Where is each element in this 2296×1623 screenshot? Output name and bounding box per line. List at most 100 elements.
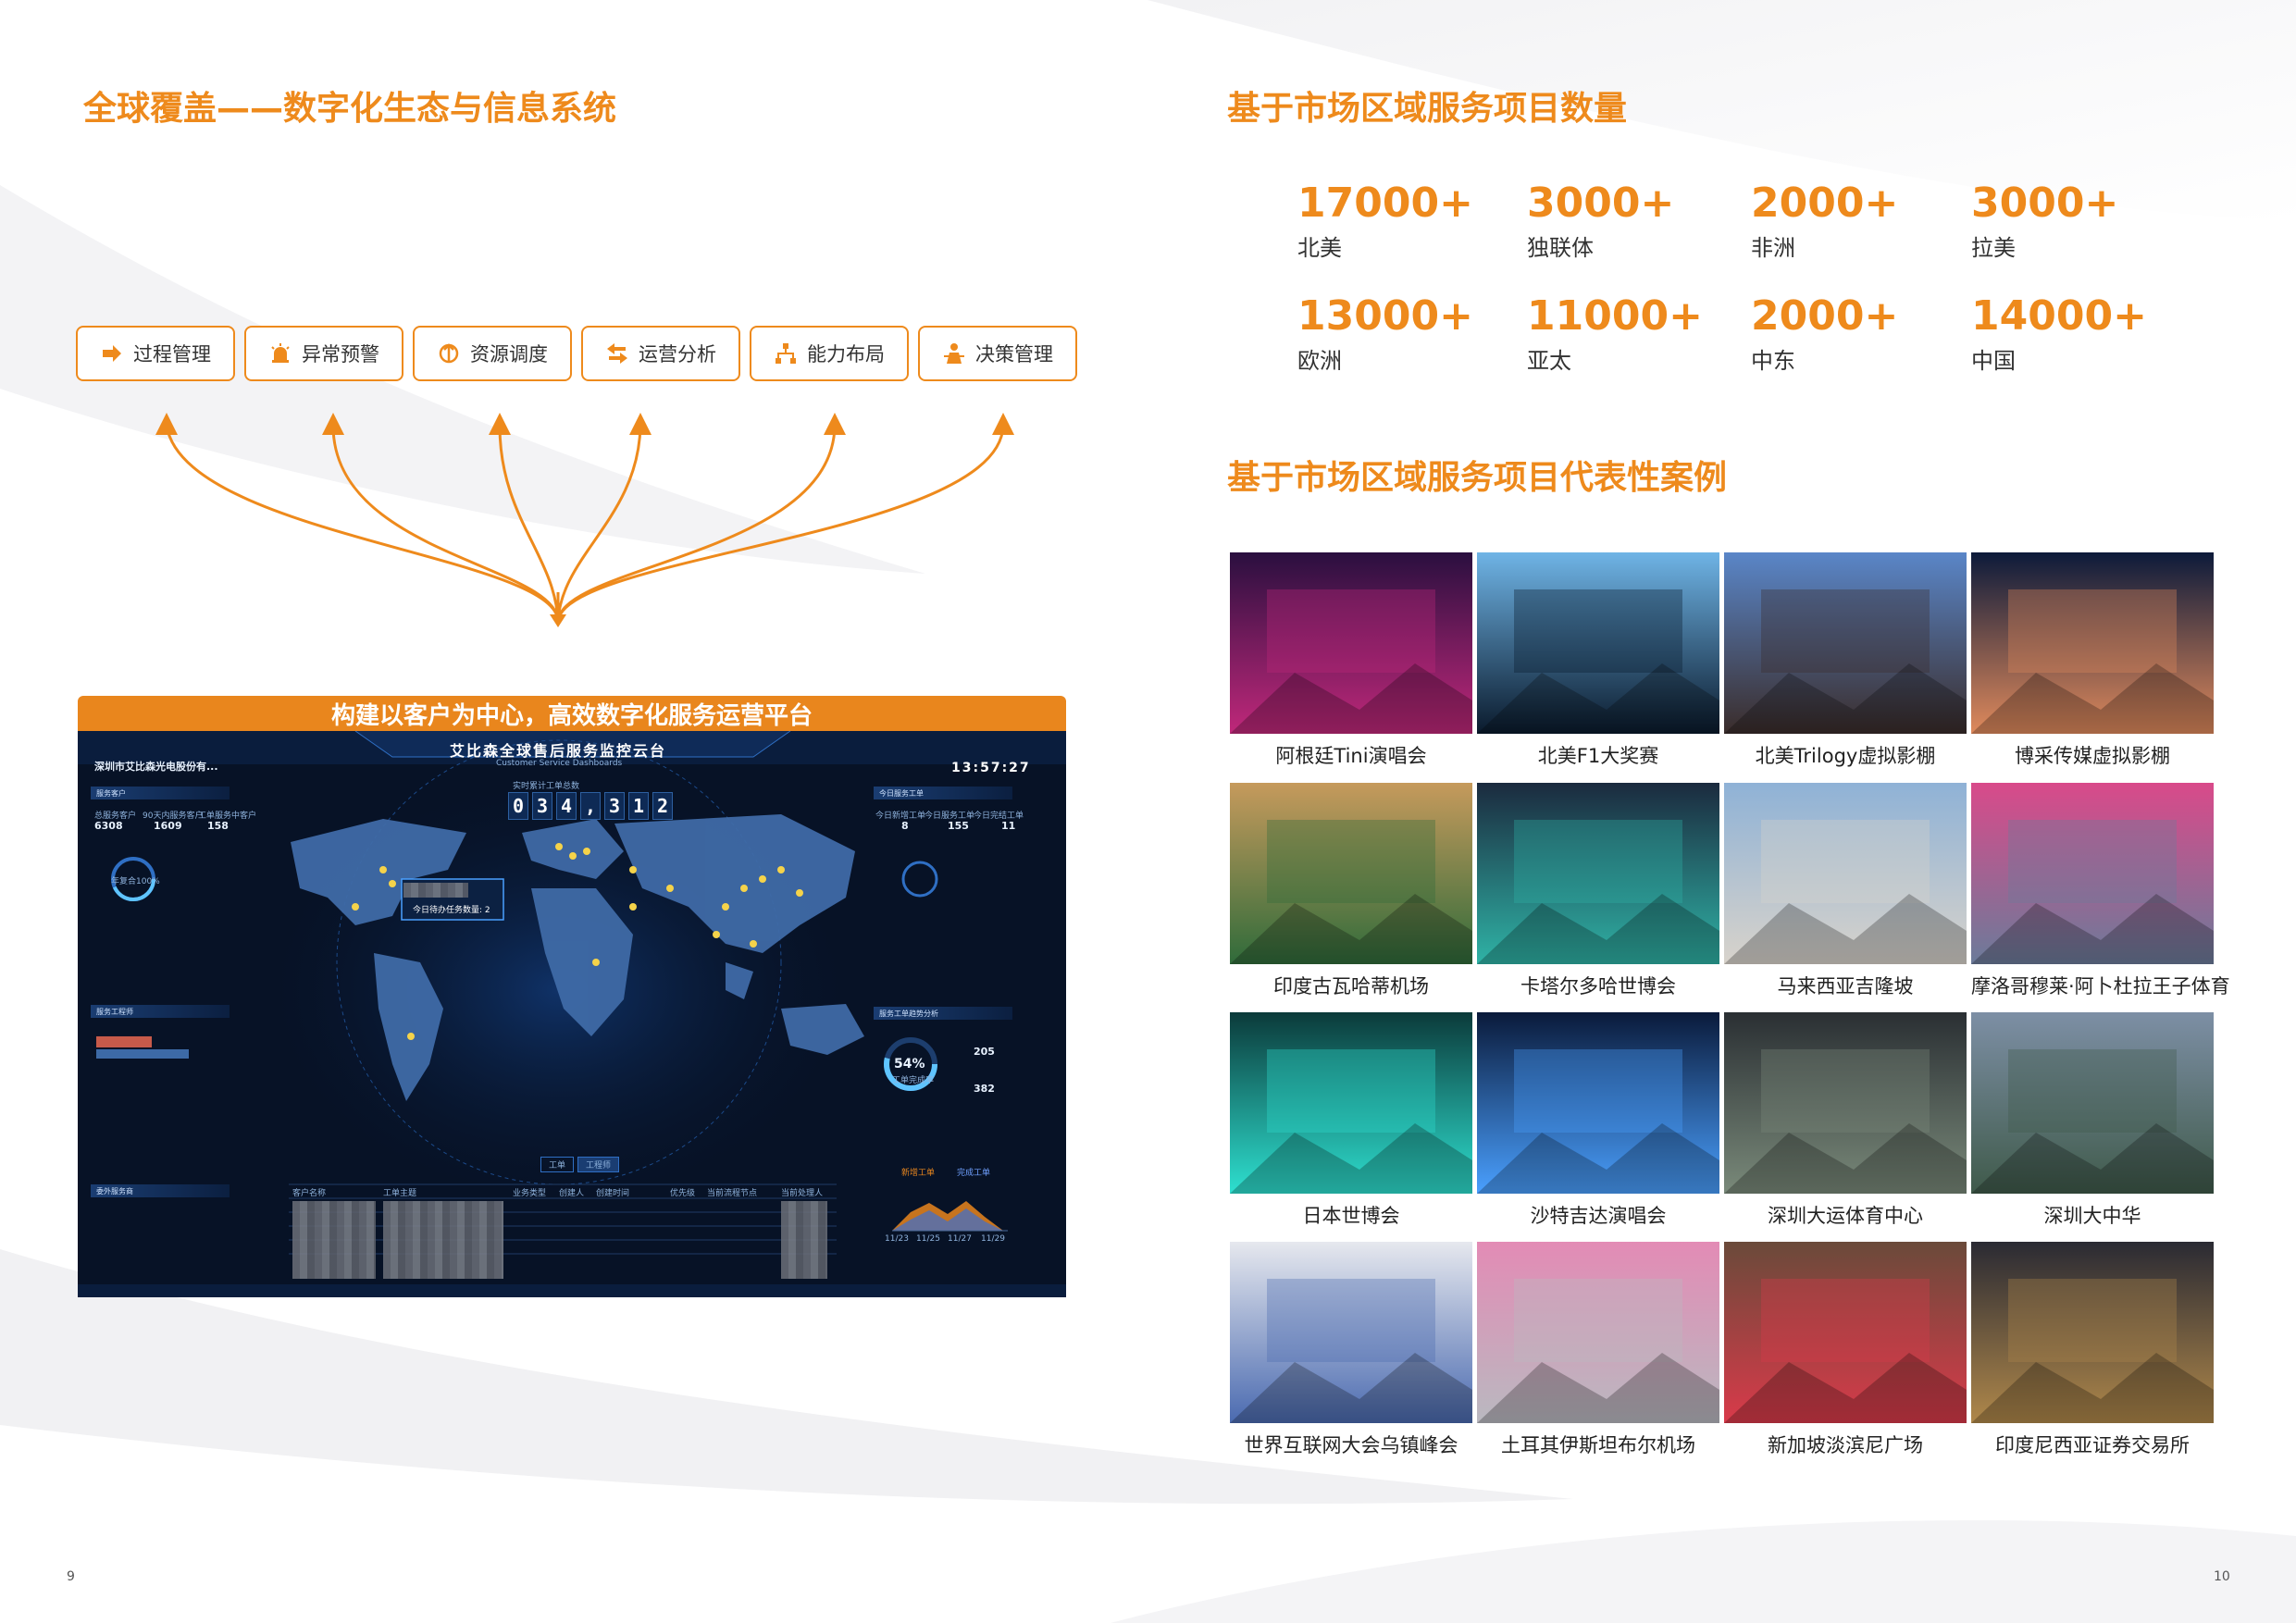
page-number-right: 10 xyxy=(2214,1569,2230,1584)
case-photo xyxy=(1724,552,1967,734)
case-card[interactable]: 马来西亚吉隆坡 xyxy=(1724,783,1967,999)
case-photo xyxy=(1230,1012,1472,1194)
case-photo xyxy=(1971,1012,2214,1194)
dash-task-popup: 今日待办任务数量: 2 xyxy=(413,906,490,915)
stat-item: 2000+ 非洲 xyxy=(1751,180,1899,262)
redacted-block xyxy=(383,1201,503,1279)
dash-panel-vendors: 委外服务商 xyxy=(91,1184,230,1197)
dashboard-banner: 构建以客户为中心，高效数字化服务运营平台 xyxy=(78,696,1066,731)
stat-item: 13000+ 欧洲 xyxy=(1297,292,1473,375)
dash-company: 深圳市艾比森光电股份有... xyxy=(94,761,218,773)
case-caption: 马来西亚吉隆坡 xyxy=(1777,975,1914,997)
org-chart-icon xyxy=(776,343,796,364)
case-photo xyxy=(1971,552,2214,734)
cases-section-title: 基于市场区域服务项目代表性案例 xyxy=(1227,459,1728,497)
case-card[interactable]: 世界互联网大会乌镇峰会 xyxy=(1230,1242,1472,1458)
case-caption: 北美F1大奖赛 xyxy=(1537,745,1659,767)
left-section-title: 全球覆盖——数字化生态与信息系统 xyxy=(83,90,617,128)
stat-item: 3000+ 拉美 xyxy=(1971,180,2119,262)
module-alert[interactable]: 异常预警 xyxy=(244,326,403,381)
dash-clock: 13:57:27 xyxy=(951,761,1031,775)
case-card[interactable]: 北美F1大奖赛 xyxy=(1477,552,1719,769)
module-analysis[interactable]: 运营分析 xyxy=(581,326,740,381)
case-caption: 印度尼西亚证券交易所 xyxy=(1995,1434,2190,1456)
case-card[interactable]: 博采传媒虚拟影棚 xyxy=(1971,552,2214,769)
dash-percent: 54% xyxy=(894,1057,925,1072)
case-photo xyxy=(1477,783,1719,964)
dash-panel-engineers: 服务工程师 xyxy=(91,1005,230,1018)
case-photo xyxy=(1477,552,1719,734)
case-photo xyxy=(1477,1012,1719,1194)
arrow-right-icon xyxy=(103,345,121,362)
case-photo xyxy=(1230,783,1472,964)
module-label: 过程管理 xyxy=(133,343,211,365)
dash-subtitle: Customer Service Dashboards xyxy=(496,759,623,768)
case-card[interactable]: 土耳其伊斯坦布尔机场 xyxy=(1477,1242,1719,1458)
module-dispatch[interactable]: 资源调度 xyxy=(413,326,572,381)
module-label: 能力布局 xyxy=(807,343,885,365)
case-photo xyxy=(1724,783,1967,964)
case-photo xyxy=(1724,1242,1967,1423)
case-card[interactable]: 印度古瓦哈蒂机场 xyxy=(1230,783,1472,999)
decision-person-icon xyxy=(944,343,964,364)
case-photo xyxy=(1971,783,2214,964)
module-label: 异常预警 xyxy=(302,343,379,365)
module-decision[interactable]: 决策管理 xyxy=(918,326,1077,381)
case-caption: 阿根廷Tini演唱会 xyxy=(1275,745,1427,767)
case-card[interactable]: 阿根廷Tini演唱会 xyxy=(1230,552,1472,769)
dash-panel-trend: 服务工单趋势分析 xyxy=(874,1007,1012,1020)
case-caption: 摩洛哥穆莱·阿卜杜拉王子体育 xyxy=(1971,975,2230,997)
dash-counter: 0 3 4 , 3 1 2 xyxy=(508,792,673,820)
case-caption: 土耳其伊斯坦布尔机场 xyxy=(1501,1434,1695,1456)
case-card[interactable]: 深圳大运体育中心 xyxy=(1724,1012,1967,1229)
case-photo xyxy=(1724,1012,1967,1194)
case-caption: 北美Trilogy虚拟影棚 xyxy=(1755,745,1936,767)
dispatch-icon xyxy=(439,343,459,364)
case-caption: 印度古瓦哈蒂机场 xyxy=(1273,975,1429,997)
case-caption: 新加坡淡滨尼广场 xyxy=(1768,1434,1923,1456)
case-caption: 日本世博会 xyxy=(1302,1205,1400,1227)
alarm-icon xyxy=(271,343,290,363)
case-card[interactable]: 沙特吉达演唱会 xyxy=(1477,1012,1719,1229)
dashboard-screenshot: 深圳市艾比森光电股份有... 艾比森全球售后服务监控云台 Customer Se… xyxy=(78,731,1066,1297)
case-photo xyxy=(1477,1242,1719,1423)
dash-counter-label: 实时累计工单总数 xyxy=(513,782,580,791)
dash-tab-orders[interactable]: 工单 xyxy=(540,1157,575,1172)
case-caption: 沙特吉达演唱会 xyxy=(1530,1205,1667,1227)
case-caption: 深圳大中华 xyxy=(2043,1205,2141,1227)
case-caption: 世界互联网大会乌镇峰会 xyxy=(1244,1434,1458,1456)
case-card[interactable]: 日本世博会 xyxy=(1230,1012,1472,1229)
stat-item: 3000+ 独联体 xyxy=(1527,180,1675,262)
dash-panel-clients: 服务客户 xyxy=(91,787,230,799)
case-card[interactable]: 新加坡淡滨尼广场 xyxy=(1724,1242,1967,1458)
stat-item: 11000+ 亚太 xyxy=(1527,292,1703,375)
redacted-block xyxy=(781,1201,827,1279)
module-label: 资源调度 xyxy=(470,343,548,365)
case-photo xyxy=(1971,1242,2214,1423)
module-label: 运营分析 xyxy=(639,343,716,365)
stat-item: 2000+ 中东 xyxy=(1751,292,1899,375)
page-number-left: 9 xyxy=(67,1569,75,1584)
case-photo xyxy=(1230,1242,1472,1423)
case-card[interactable]: 印度尼西亚证券交易所 xyxy=(1971,1242,2214,1458)
stat-item: 14000+ 中国 xyxy=(1971,292,2147,375)
case-caption: 博采传媒虚拟影棚 xyxy=(2015,745,2170,767)
case-card[interactable]: 深圳大中华 xyxy=(1971,1012,2214,1229)
swap-arrows-icon xyxy=(607,343,627,364)
redacted-block xyxy=(403,883,468,898)
case-caption: 卡塔尔多哈世博会 xyxy=(1520,975,1676,997)
stats-section-title: 基于市场区域服务项目数量 xyxy=(1227,90,1628,128)
module-process[interactable]: 过程管理 xyxy=(76,326,235,381)
case-card[interactable]: 北美Trilogy虚拟影棚 xyxy=(1724,552,1967,769)
case-card[interactable]: 摩洛哥穆莱·阿卜杜拉王子体育 xyxy=(1971,783,2230,999)
module-label: 决策管理 xyxy=(975,343,1053,365)
module-layout[interactable]: 能力布局 xyxy=(750,326,909,381)
case-caption: 深圳大运体育中心 xyxy=(1768,1205,1923,1227)
dash-tab-engineers[interactable]: 工程师 xyxy=(577,1157,620,1172)
case-card[interactable]: 卡塔尔多哈世博会 xyxy=(1477,783,1719,999)
dash-panel-today: 今日服务工单 xyxy=(874,787,1012,799)
dash-title: 艾比森全球售后服务监控云台 xyxy=(450,742,667,760)
case-photo xyxy=(1230,552,1472,734)
redacted-block xyxy=(292,1201,376,1279)
stat-item: 17000+ 北美 xyxy=(1297,180,1473,262)
